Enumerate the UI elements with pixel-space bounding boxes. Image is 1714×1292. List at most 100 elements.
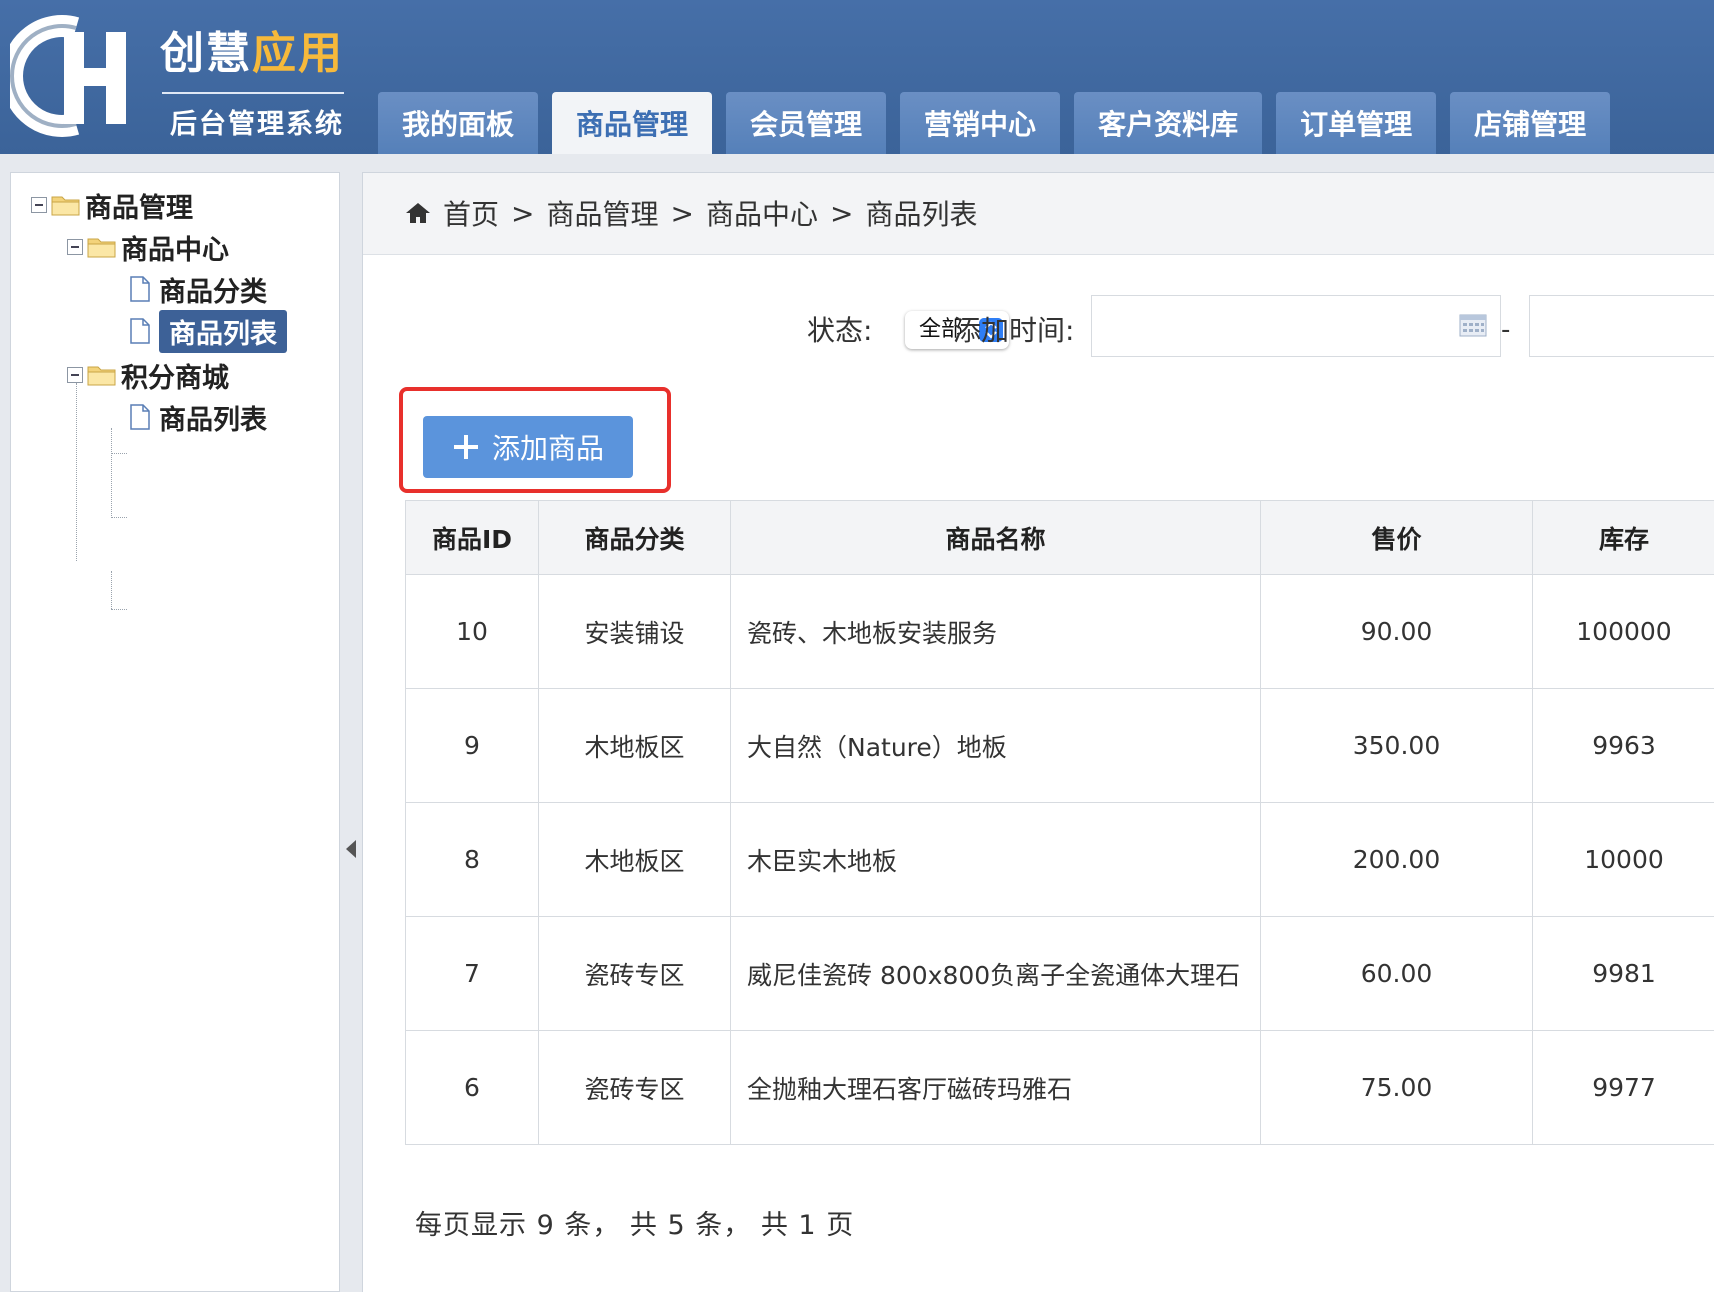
- tree-item-points-product-list[interactable]: 商品列表: [129, 397, 267, 437]
- tree-group-label: 商品中心: [121, 234, 229, 266]
- brand-title: 创慧应用: [160, 28, 344, 80]
- tree-item-label: 商品分类: [159, 276, 267, 308]
- cell-id: 7: [405, 916, 539, 1031]
- brand-subtitle: 后台管理系统: [170, 109, 344, 140]
- tab-marketing-center[interactable]: 营销中心: [900, 92, 1061, 154]
- collapse-left-icon[interactable]: [346, 840, 356, 858]
- pagination-info: 每页显示 9 条， 共 5 条， 共 1 页: [415, 1210, 855, 1241]
- table-row[interactable]: 10 安装铺设 瓷砖、木地板安装服务 90.00 100000: [405, 574, 1714, 689]
- calendar-icon[interactable]: [1459, 313, 1487, 337]
- tree-connector: [76, 383, 77, 561]
- cell-stock: 9977: [1532, 1030, 1714, 1145]
- tree-item-product-category[interactable]: 商品分类: [129, 269, 267, 309]
- plus-icon: [453, 435, 478, 459]
- collapse-toggle-icon[interactable]: [67, 239, 83, 255]
- cell-name: 大自然（Nature）地板: [730, 688, 1261, 803]
- tree-connector: [111, 571, 112, 609]
- cell-category: 瓷砖专区: [538, 916, 731, 1031]
- tree-connector: [111, 517, 127, 518]
- table-header-row: 商品ID 商品分类 商品名称 售价 库存: [405, 500, 1714, 575]
- breadcrumb-current: 商品列表: [865, 198, 978, 231]
- cell-category: 瓷砖专区: [538, 1030, 731, 1145]
- cell-stock: 9963: [1532, 688, 1714, 803]
- tree-connector: [111, 428, 112, 518]
- collapse-toggle-icon[interactable]: [67, 367, 83, 383]
- table-row[interactable]: 8 木地板区 木臣实木地板 200.00 10000: [405, 802, 1714, 917]
- tab-dashboard[interactable]: 我的面板: [378, 92, 539, 154]
- ch-logo-mark: CH: [10, 15, 126, 137]
- collapse-toggle-icon[interactable]: [31, 197, 47, 213]
- cell-stock: 10000: [1532, 802, 1714, 917]
- tree-group-points-mall[interactable]: 积分商城: [67, 355, 229, 395]
- breadcrumb-separator: >: [670, 196, 694, 230]
- breadcrumb-product-center[interactable]: 商品中心: [706, 193, 818, 233]
- cell-category: 安装铺设: [538, 574, 731, 689]
- cell-price: 75.00: [1260, 1030, 1533, 1145]
- tree-root-label: 商品管理: [85, 192, 193, 224]
- product-table: 商品ID 商品分类 商品名称 售价 库存 10 安装铺设 瓷砖、木地板安装服务 …: [405, 500, 1714, 1145]
- tree-connector: [111, 453, 127, 454]
- tree-group-product-center[interactable]: 商品中心: [67, 227, 229, 267]
- folder-open-icon: [51, 196, 80, 216]
- cell-category: 木地板区: [538, 802, 731, 917]
- breadcrumb-separator: >: [829, 196, 854, 230]
- home-icon: [406, 203, 430, 223]
- tree-item-label: 商品列表: [159, 404, 267, 436]
- breadcrumb-home[interactable]: 首页: [443, 193, 499, 233]
- breadcrumb: 首页 > 商品管理 > 商品中心 > 商品列表: [405, 193, 977, 233]
- cell-price: 350.00: [1260, 688, 1533, 803]
- tree-connector: [111, 609, 127, 610]
- cell-stock: 9981: [1532, 916, 1714, 1031]
- cell-id: 8: [405, 802, 539, 917]
- col-header-name: 商品名称: [730, 500, 1261, 575]
- main-content: 首页 > 商品管理 > 商品中心 > 商品列表 状态: 全部 添加时间: - 添…: [362, 172, 1714, 1292]
- brand-logo[interactable]: CH 创慧应用 后台管理系统: [10, 10, 344, 140]
- table-row[interactable]: 7 瓷砖专区 威尼佳瓷砖 800x800负离子全瓷通体大理石 60.00 998…: [405, 916, 1714, 1031]
- brand-title-part2: 应用: [252, 28, 344, 79]
- cell-name: 木臣实木地板: [730, 802, 1261, 917]
- col-header-stock: 库存: [1532, 500, 1714, 575]
- start-date-input[interactable]: [1091, 295, 1501, 357]
- cell-price: 200.00: [1260, 802, 1533, 917]
- cell-name: 瓷砖、木地板安装服务: [730, 574, 1261, 689]
- breadcrumb-product-management[interactable]: 商品管理: [546, 193, 658, 233]
- col-header-id: 商品ID: [405, 500, 539, 575]
- tree-root-product-management[interactable]: 商品管理: [31, 185, 193, 225]
- cell-price: 90.00: [1260, 574, 1533, 689]
- tab-order-management[interactable]: 订单管理: [1276, 92, 1437, 154]
- end-date-input[interactable]: [1529, 295, 1714, 357]
- tab-customer-database[interactable]: 客户资料库: [1074, 92, 1263, 154]
- sidebar-tree: 商品管理 商品中心 商品分类 商品列表 积分商城 商品列表: [10, 172, 340, 1292]
- cell-id: 6: [405, 1030, 539, 1145]
- page-icon: [130, 318, 150, 344]
- tab-product-management[interactable]: 商品管理: [552, 92, 713, 154]
- tab-store-management[interactable]: 店铺管理: [1450, 92, 1611, 154]
- tree-item-product-list[interactable]: 商品列表: [129, 309, 287, 353]
- brand-divider: [162, 92, 344, 94]
- sidebar-splitter[interactable]: [344, 172, 362, 1292]
- add-product-label: 添加商品: [491, 432, 604, 465]
- tab-member-management[interactable]: 会员管理: [726, 92, 887, 154]
- tree-item-label: 商品列表: [159, 309, 287, 353]
- breadcrumb-separator: >: [511, 196, 535, 230]
- breadcrumb-bar: 首页 > 商品管理 > 商品中心 > 商品列表: [363, 173, 1714, 255]
- cell-id: 9: [405, 688, 539, 803]
- page-icon: [130, 404, 150, 430]
- main-nav-tabs: 我的面板 商品管理 会员管理 营销中心 客户资料库 订单管理 店铺管理: [378, 92, 1611, 154]
- col-header-category: 商品分类: [538, 500, 731, 575]
- folder-open-icon: [87, 238, 116, 258]
- cell-name: 全抛釉大理石客厅磁砖玛雅石: [730, 1030, 1261, 1145]
- app-header: CH 创慧应用 后台管理系统 我的面板 商品管理 会员管理 营销中心 客户资料库…: [0, 0, 1714, 154]
- status-label: 状态:: [807, 314, 873, 347]
- table-row[interactable]: 6 瓷砖专区 全抛釉大理石客厅磁砖玛雅石 75.00 9977: [405, 1030, 1714, 1145]
- brand-title-part1: 创慧: [160, 28, 252, 79]
- logo-letters: CH: [18, 131, 20, 133]
- cell-category: 木地板区: [538, 688, 731, 803]
- folder-open-icon: [87, 366, 116, 386]
- col-header-price: 售价: [1260, 500, 1533, 575]
- cell-name: 威尼佳瓷砖 800x800负离子全瓷通体大理石: [730, 916, 1261, 1031]
- cell-stock: 100000: [1532, 574, 1714, 689]
- cell-price: 60.00: [1260, 916, 1533, 1031]
- add-product-button[interactable]: 添加商品: [423, 416, 633, 478]
- table-row[interactable]: 9 木地板区 大自然（Nature）地板 350.00 9963: [405, 688, 1714, 803]
